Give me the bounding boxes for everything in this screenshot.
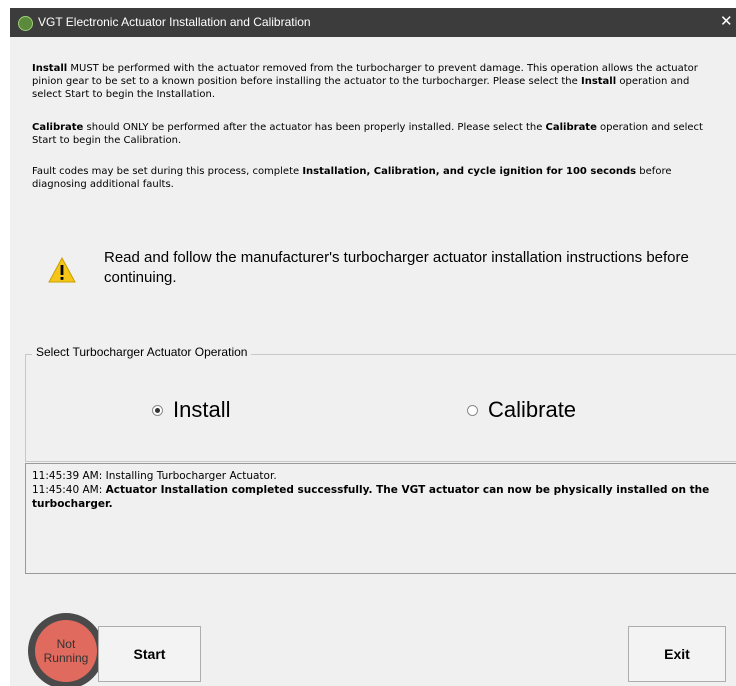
exit-button[interactable]: Exit (628, 626, 726, 682)
calibrate-term: Calibrate (32, 122, 84, 133)
install-radio[interactable]: Install (152, 397, 230, 423)
radio-selected-dot (155, 407, 160, 413)
status-text-line2: Running (43, 651, 89, 665)
log-success-message: Actuator Installation completed successf… (32, 484, 710, 510)
warning-message: Read and follow the manufacturer's turbo… (104, 249, 689, 286)
install-radio-label[interactable]: Install (173, 397, 230, 423)
log-line: 11:45:40 AM: Actuator Installation compl… (32, 483, 736, 511)
status-indicator: Not Running (28, 613, 104, 686)
calibrate-radio[interactable]: Calibrate (467, 397, 576, 423)
fault-code-note: Fault codes may be set during this proce… (32, 165, 722, 191)
window-title: VGT Electronic Actuator Installation and… (38, 15, 311, 29)
status-text-line1: Not (56, 637, 76, 651)
operation-group-label: Select Turbocharger Actuator Operation (32, 345, 252, 359)
fault-note-text: Fault codes may be set during this proce… (32, 166, 303, 177)
title-bar: VGT Electronic Actuator Installation and… (10, 8, 736, 37)
calibrate-description: should ONLY be performed after the actua… (83, 122, 546, 133)
calibrate-radio-label[interactable]: Calibrate (488, 397, 576, 423)
fault-note-bold: Installation, Calibration, and cycle ign… (302, 166, 637, 177)
actuator-dialog-window: VGT Electronic Actuator Installation and… (10, 8, 736, 686)
app-icon (18, 16, 33, 31)
warning-icon (48, 257, 76, 283)
calibrate-term-2: Calibrate (545, 122, 597, 133)
operation-groupbox (25, 354, 736, 462)
log-timestamp: 11:45:40 AM: (32, 484, 106, 496)
start-button[interactable]: Start (98, 626, 201, 682)
calibrate-radio-circle[interactable] (467, 404, 478, 416)
status-log[interactable]: 11:45:39 AM: Installing Turbocharger Act… (25, 463, 736, 574)
close-icon[interactable]: ✕ (720, 11, 736, 31)
install-instructions: Install MUST be performed with the actua… (32, 62, 722, 101)
status-indicator-light: Not Running (35, 620, 97, 682)
log-line: 11:45:39 AM: Installing Turbocharger Act… (32, 470, 277, 482)
install-term: Install (32, 63, 68, 74)
install-term-2: Install (580, 76, 617, 87)
install-radio-circle[interactable] (152, 404, 163, 416)
calibrate-instructions: Calibrate should ONLY be performed after… (32, 121, 722, 147)
